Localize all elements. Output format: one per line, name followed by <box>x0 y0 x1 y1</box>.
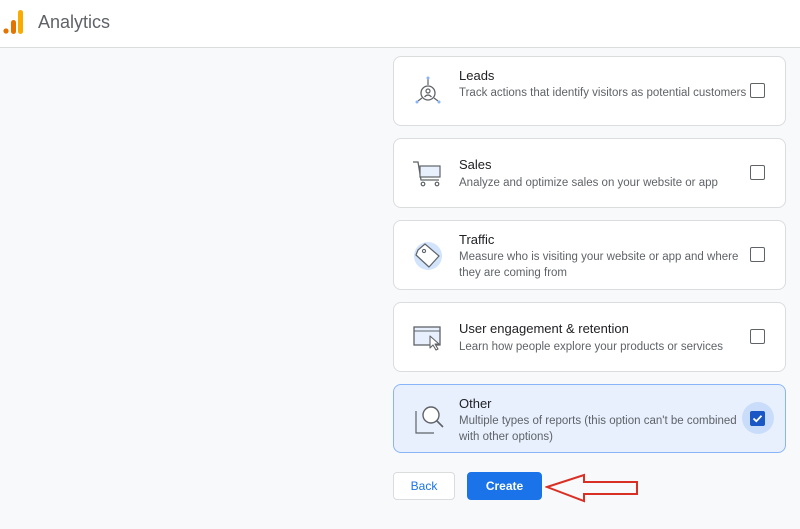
user-engagement-checkbox[interactable] <box>750 329 765 344</box>
shopping-cart-icon <box>413 161 441 187</box>
objective-card-sales[interactable]: Sales Analyze and optimize sales on your… <box>393 138 786 208</box>
leads-checkbox[interactable] <box>750 83 765 98</box>
objective-description: Multiple types of reports (this option c… <box>459 415 737 443</box>
back-button[interactable]: Back <box>393 472 455 500</box>
objective-title: Traffic <box>459 232 495 247</box>
objective-card-traffic[interactable]: Traffic Measure who is visiting your web… <box>393 220 786 290</box>
magnifier-report-icon <box>415 406 444 434</box>
checkmark-icon <box>752 415 763 423</box>
objective-description: Learn how people explore your products o… <box>459 341 724 353</box>
objective-title: Other <box>459 396 492 411</box>
objective-description: Track actions that identify visitors as … <box>459 87 747 99</box>
traffic-checkbox[interactable] <box>750 247 765 262</box>
leads-target-icon <box>415 76 441 104</box>
objective-card-leads[interactable]: Leads Track actions that identify visito… <box>393 56 786 126</box>
sales-checkbox[interactable] <box>750 165 765 180</box>
objective-title: User engagement & retention <box>459 321 629 336</box>
annotation-arrow-icon <box>545 473 638 503</box>
objective-card-other[interactable]: Other Multiple types of reports (this op… <box>393 384 786 453</box>
app-title: Analytics <box>38 12 111 32</box>
objective-title: Leads <box>459 68 495 83</box>
objective-title: Sales <box>459 157 492 172</box>
objective-description: Measure who is visiting your website or … <box>459 251 739 279</box>
top-bar: Analytics <box>0 0 800 48</box>
objective-description: Analyze and optimize sales on your websi… <box>459 177 718 189</box>
analytics-logo-icon[interactable] <box>3 9 25 35</box>
objective-card-user-engagement[interactable]: User engagement & retention Learn how pe… <box>393 302 786 372</box>
other-checkbox[interactable] <box>750 411 765 426</box>
create-button[interactable]: Create <box>467 472 542 500</box>
tag-icon <box>414 242 442 270</box>
screen-cursor-icon <box>413 326 441 351</box>
